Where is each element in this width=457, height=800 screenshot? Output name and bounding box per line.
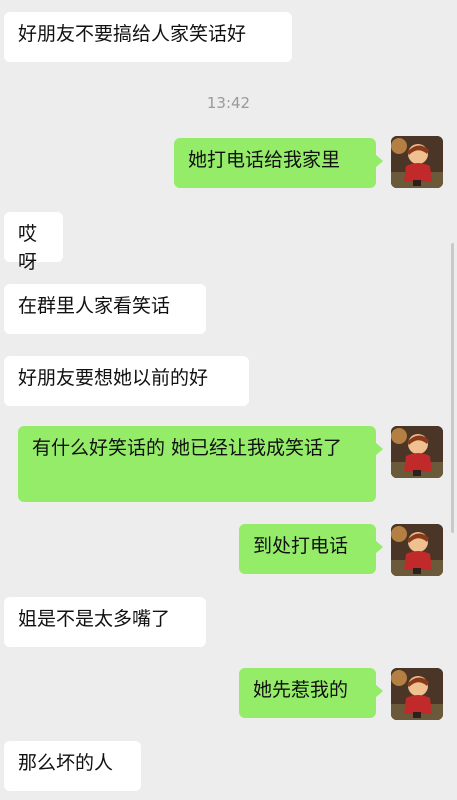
message-text: 有什么好笑话的 她已经让我成笑话了 (32, 437, 343, 459)
message-bubble-outgoing[interactable]: 她打电话给我家里 (174, 138, 383, 188)
user-avatar[interactable] (391, 426, 443, 478)
user-avatar[interactable] (391, 524, 443, 576)
message-text: 那么坏的人 (18, 752, 114, 774)
message-bubble-outgoing[interactable]: 她先惹我的 (239, 668, 383, 718)
message-bubble-incoming[interactable]: 在群里人家看笑话 (4, 284, 206, 334)
scrollbar[interactable] (451, 243, 454, 533)
message-text: 在群里人家看笑话 (18, 295, 171, 317)
timestamp: 13:42 (206, 94, 251, 112)
avatar-image (391, 668, 443, 720)
user-avatar[interactable] (391, 136, 443, 188)
message-bubble-outgoing[interactable]: 有什么好笑话的 她已经让我成笑话了 (18, 426, 383, 502)
avatar-image (391, 524, 443, 576)
message-bubble-incoming[interactable]: 好朋友不要搞给人家笑话好 (4, 12, 292, 62)
chat-area[interactable]: 好朋友不要搞给人家笑话好 13:42 她打电话给我家里 哎呀 在群里人家看笑话 … (0, 0, 457, 800)
message-bubble-incoming[interactable]: 好朋友要想她以前的好 (4, 356, 249, 406)
message-bubble-incoming[interactable]: 哎呀 (4, 212, 63, 273)
message-text: 姐是不是太多嘴了 (18, 608, 171, 630)
message-text: 她先惹我的 (253, 679, 349, 701)
message-bubble-outgoing[interactable]: 到处打电话 (239, 524, 383, 574)
user-avatar[interactable] (391, 668, 443, 720)
message-text: 好朋友要想她以前的好 (18, 367, 209, 389)
message-text: 哎呀 (18, 223, 38, 273)
avatar-image (391, 426, 443, 478)
message-text: 好朋友不要搞给人家笑话好 (18, 23, 247, 45)
message-text: 她打电话给我家里 (188, 149, 341, 171)
avatar-image (391, 136, 443, 188)
message-bubble-incoming[interactable]: 姐是不是太多嘴了 (4, 597, 206, 647)
message-bubble-incoming[interactable]: 那么坏的人 (4, 741, 141, 791)
message-text: 到处打电话 (253, 535, 349, 557)
